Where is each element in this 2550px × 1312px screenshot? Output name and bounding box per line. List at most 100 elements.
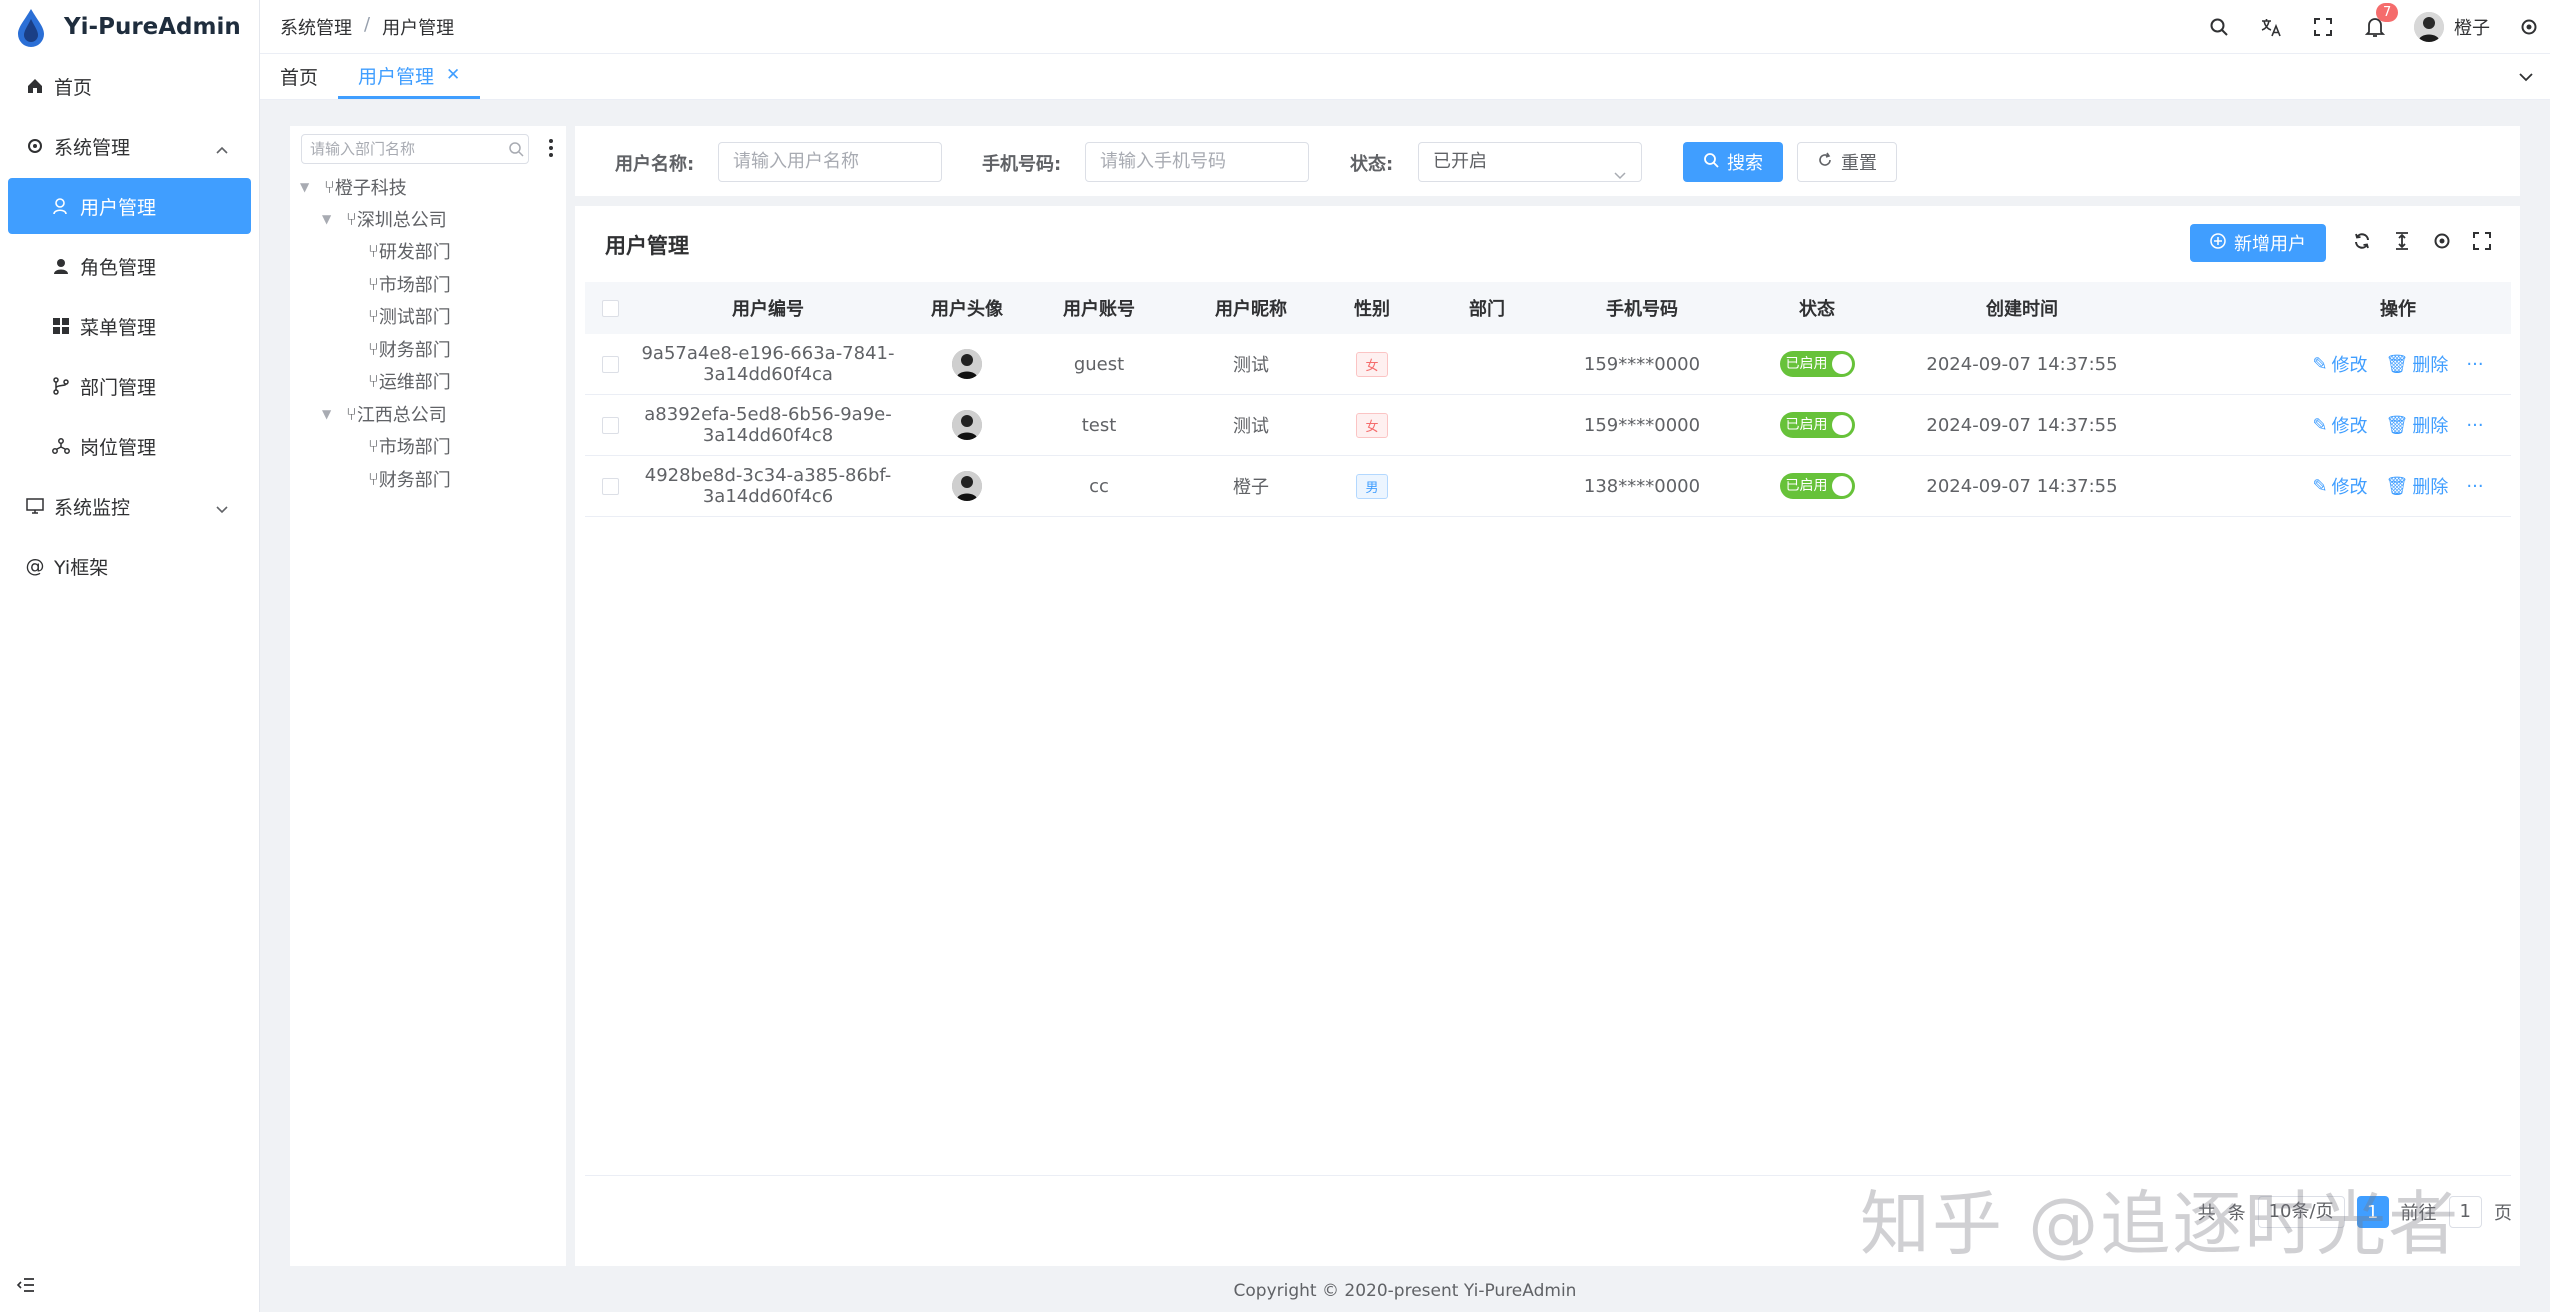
sidebar-item-label: Yi框架	[54, 556, 109, 579]
status-select[interactable]: 已开启	[1418, 142, 1642, 182]
refresh-icon	[1817, 152, 1833, 173]
tree-node[interactable]: ⑂ 市场部门	[368, 271, 451, 297]
edit-button[interactable]: ✎ 修改	[2312, 351, 2367, 377]
tab-home[interactable]: 首页	[260, 54, 338, 99]
search-form: 用户名称: 请输入用户名称 手机号码: 请输入手机号码 状态: 已开启 搜索 重…	[575, 126, 2520, 196]
edit-icon: ✎	[2312, 353, 2328, 375]
column-header[interactable]: 用户昵称	[1165, 295, 1337, 321]
branch-icon: ⑂	[368, 240, 379, 262]
header-tools: 7 橙子	[2206, 0, 2542, 54]
user-table-card: 用户管理 新增用户 用户编号 用户头像 用户账号 用户昵称 性别 部门 手机号码…	[575, 206, 2520, 1266]
avatar[interactable]	[952, 471, 982, 501]
caret-down-icon[interactable]: ▼	[300, 180, 316, 194]
delete-button[interactable]: 🗑 删除	[2386, 473, 2449, 499]
tree-node[interactable]: ⑂ 测试部门	[368, 303, 451, 329]
tree-node[interactable]: ⑂ 市场部门	[368, 433, 451, 459]
tab-user-management[interactable]: 用户管理 ✕	[338, 54, 481, 99]
more-actions-button[interactable]: ···	[2466, 476, 2483, 497]
sidebar-item-monitor[interactable]: 系统监控	[8, 478, 251, 534]
sidebar-item-depts[interactable]: 部门管理	[8, 358, 251, 414]
status-switch[interactable]: 已启用	[1779, 473, 1855, 499]
tree-node[interactable]: ⑂ 财务部门	[368, 466, 451, 492]
tree-node[interactable]: ⑂ 财务部门	[368, 336, 451, 362]
chevron-down-icon	[215, 498, 229, 520]
search-button[interactable]: 搜索	[1683, 142, 1783, 182]
delete-label: 删除	[2412, 355, 2449, 376]
bell-icon[interactable]: 7	[2362, 3, 2399, 40]
user-table: 用户编号 用户头像 用户账号 用户昵称 性别 部门 手机号码 状态 创建时间 操…	[585, 282, 2511, 517]
delete-button[interactable]: 🗑 删除	[2386, 412, 2449, 438]
column-settings-icon[interactable]	[2432, 231, 2452, 255]
branch-icon: ⑂	[368, 305, 379, 327]
edit-label: 修改	[2331, 355, 2368, 376]
fullscreen-icon[interactable]	[2472, 231, 2492, 255]
sidebar: Yi-PureAdmin 首页 系统管理 用户管理 角色管理 菜单管理 部门管理…	[0, 0, 260, 1312]
caret-down-icon[interactable]: ▼	[322, 212, 338, 226]
avatar[interactable]	[952, 410, 982, 440]
sidebar-item-posts[interactable]: 岗位管理	[8, 418, 251, 474]
table-title: 用户管理	[605, 234, 689, 258]
sidebar-item-users[interactable]: 用户管理	[8, 178, 251, 234]
avatar[interactable]	[952, 349, 982, 379]
more-vertical-icon[interactable]	[548, 138, 554, 162]
chevron-down-icon[interactable]	[2518, 68, 2534, 87]
add-user-button[interactable]: 新增用户	[2190, 224, 2326, 262]
status-switch[interactable]: 已启用	[1779, 412, 1855, 438]
fullscreen-icon[interactable]	[2310, 14, 2336, 40]
user-menu[interactable]: 橙子	[2414, 12, 2490, 42]
edit-button[interactable]: ✎ 修改	[2312, 412, 2367, 438]
column-header[interactable]: 用户编号	[635, 295, 901, 321]
row-checkbox[interactable]	[601, 477, 619, 495]
tree-node-label: 测试部门	[378, 307, 451, 328]
tree-node[interactable]: ▼ ⑂ 深圳总公司	[322, 206, 447, 232]
tree-node[interactable]: ⑂ 研发部门	[368, 238, 451, 264]
column-header[interactable]: 创建时间	[1917, 295, 2127, 321]
collapse-sidebar-icon[interactable]	[16, 1276, 36, 1298]
breadcrumb-item[interactable]: 系统管理	[280, 14, 352, 40]
gender-tag: 女	[1356, 351, 1388, 377]
sidebar-item-home[interactable]: 首页	[8, 58, 251, 114]
sidebar-item-menus[interactable]: 菜单管理	[8, 298, 251, 354]
table-row: 9a57a4e8-e196-663a-7841-3a14dd60f4ca gue…	[585, 334, 2511, 395]
created-time: 2024-09-07 14:37:55	[1926, 414, 2118, 436]
branch-icon: ⑂	[368, 435, 379, 457]
status-switch[interactable]: 已启用	[1779, 351, 1855, 377]
phone-input[interactable]: 请输入手机号码	[1085, 142, 1309, 182]
branch-icon: ⑂	[368, 370, 379, 392]
row-checkbox[interactable]	[601, 416, 619, 434]
sidebar-item-label: 部门管理	[80, 376, 157, 399]
tree-node[interactable]: ▼ ⑂ 橙子科技	[300, 174, 407, 200]
density-icon[interactable]	[2392, 231, 2412, 255]
sidebar-item-label: 角色管理	[80, 256, 157, 279]
reset-button[interactable]: 重置	[1797, 142, 1897, 182]
column-header: 部门	[1469, 299, 1505, 320]
settings-gear-icon[interactable]	[2516, 14, 2542, 40]
tree-node[interactable]: ▼ ⑂ 江西总公司	[322, 401, 447, 427]
footer-copyright: Copyright © 2020-present Yi-PureAdmin	[1233, 1281, 1577, 1301]
tree-node-label: 财务部门	[378, 340, 451, 361]
tree-node[interactable]: ⑂ 运维部门	[368, 368, 451, 394]
user-id: 4928be8d-3c34-a385-86bf-3a14dd60f4c6	[644, 465, 892, 507]
caret-down-icon[interactable]: ▼	[322, 407, 338, 421]
sidebar-item-roles[interactable]: 角色管理	[8, 238, 251, 294]
more-actions-button[interactable]: ···	[2466, 354, 2483, 375]
edit-button[interactable]: ✎ 修改	[2312, 473, 2367, 499]
user-account: test	[1081, 414, 1117, 436]
search-icon[interactable]	[508, 141, 524, 161]
delete-button[interactable]: 🗑 删除	[2386, 351, 2449, 377]
more-actions-button[interactable]: ···	[2466, 415, 2483, 436]
select-all-checkbox[interactable]	[601, 299, 619, 317]
column-header[interactable]: 手机号码	[1567, 295, 1717, 321]
sidebar-item-system[interactable]: 系统管理	[8, 118, 251, 174]
sidebar-item-yi-framework[interactable]: @ Yi框架	[8, 538, 251, 594]
table-header: 用户编号 用户头像 用户账号 用户昵称 性别 部门 手机号码 状态 创建时间 操…	[585, 282, 2511, 334]
username-input[interactable]: 请输入用户名称	[718, 142, 942, 182]
search-icon[interactable]	[2206, 14, 2232, 40]
row-checkbox[interactable]	[601, 355, 619, 373]
app-logo[interactable]: Yi-PureAdmin	[0, 0, 259, 54]
translate-icon[interactable]	[2258, 14, 2284, 40]
dept-search-input[interactable]: 请输入部门名称	[301, 134, 529, 164]
column-header[interactable]: 用户账号	[1033, 295, 1165, 321]
refresh-icon[interactable]	[2352, 231, 2372, 255]
close-icon[interactable]: ✕	[446, 65, 460, 85]
